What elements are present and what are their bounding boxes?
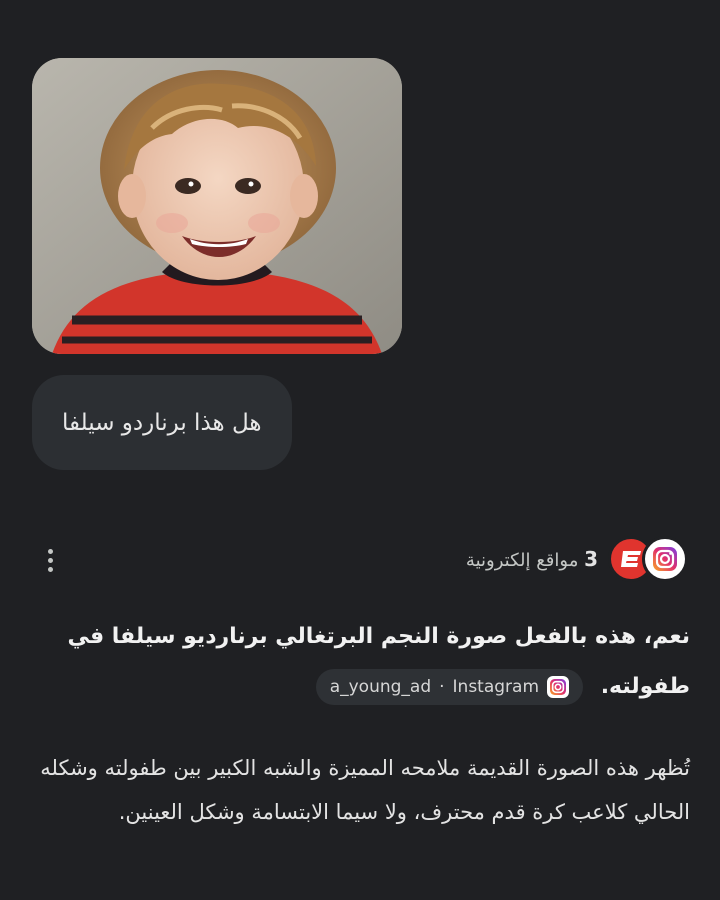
toddler-photo-image — [32, 58, 402, 354]
user-message-bubble: هل هذا برناردو سيلفا — [32, 375, 292, 470]
more-vert-icon-dot — [47, 557, 53, 563]
more-options-button[interactable] — [36, 542, 64, 578]
more-vert-icon-dot — [47, 548, 53, 554]
sources-button[interactable]: 3 مواقع إلكترونية — [466, 536, 688, 582]
chip-separator: · — [439, 677, 445, 697]
sources-count-number: 3 — [584, 547, 598, 571]
sources-count-label: 3 مواقع إلكترونية — [466, 547, 598, 571]
answer-body-text: تُظهر هذه الصورة القديمة ملامحه المميزة … — [40, 756, 690, 824]
more-vert-icon-dot — [47, 566, 53, 572]
answer-body-paragraph: تُظهر هذه الصورة القديمة ملامحه المميزة … — [30, 746, 690, 834]
chip-platform: Instagram — [452, 677, 540, 697]
instagram-icon — [547, 676, 570, 698]
uploaded-photo[interactable] — [32, 58, 402, 354]
user-message-text: هل هذا برناردو سيلفا — [62, 409, 262, 436]
answer-lead-paragraph: نعم، هذه بالفعل صورة النجم البرتغالي برن… — [30, 612, 690, 712]
instagram-source-chip[interactable]: a_young_ad · Instagram — [315, 669, 584, 705]
source-icons-stack — [608, 536, 688, 582]
instagram-icon — [642, 536, 688, 582]
sources-label: مواقع إلكترونية — [465, 550, 579, 571]
chip-account: a_young_ad — [329, 677, 432, 697]
